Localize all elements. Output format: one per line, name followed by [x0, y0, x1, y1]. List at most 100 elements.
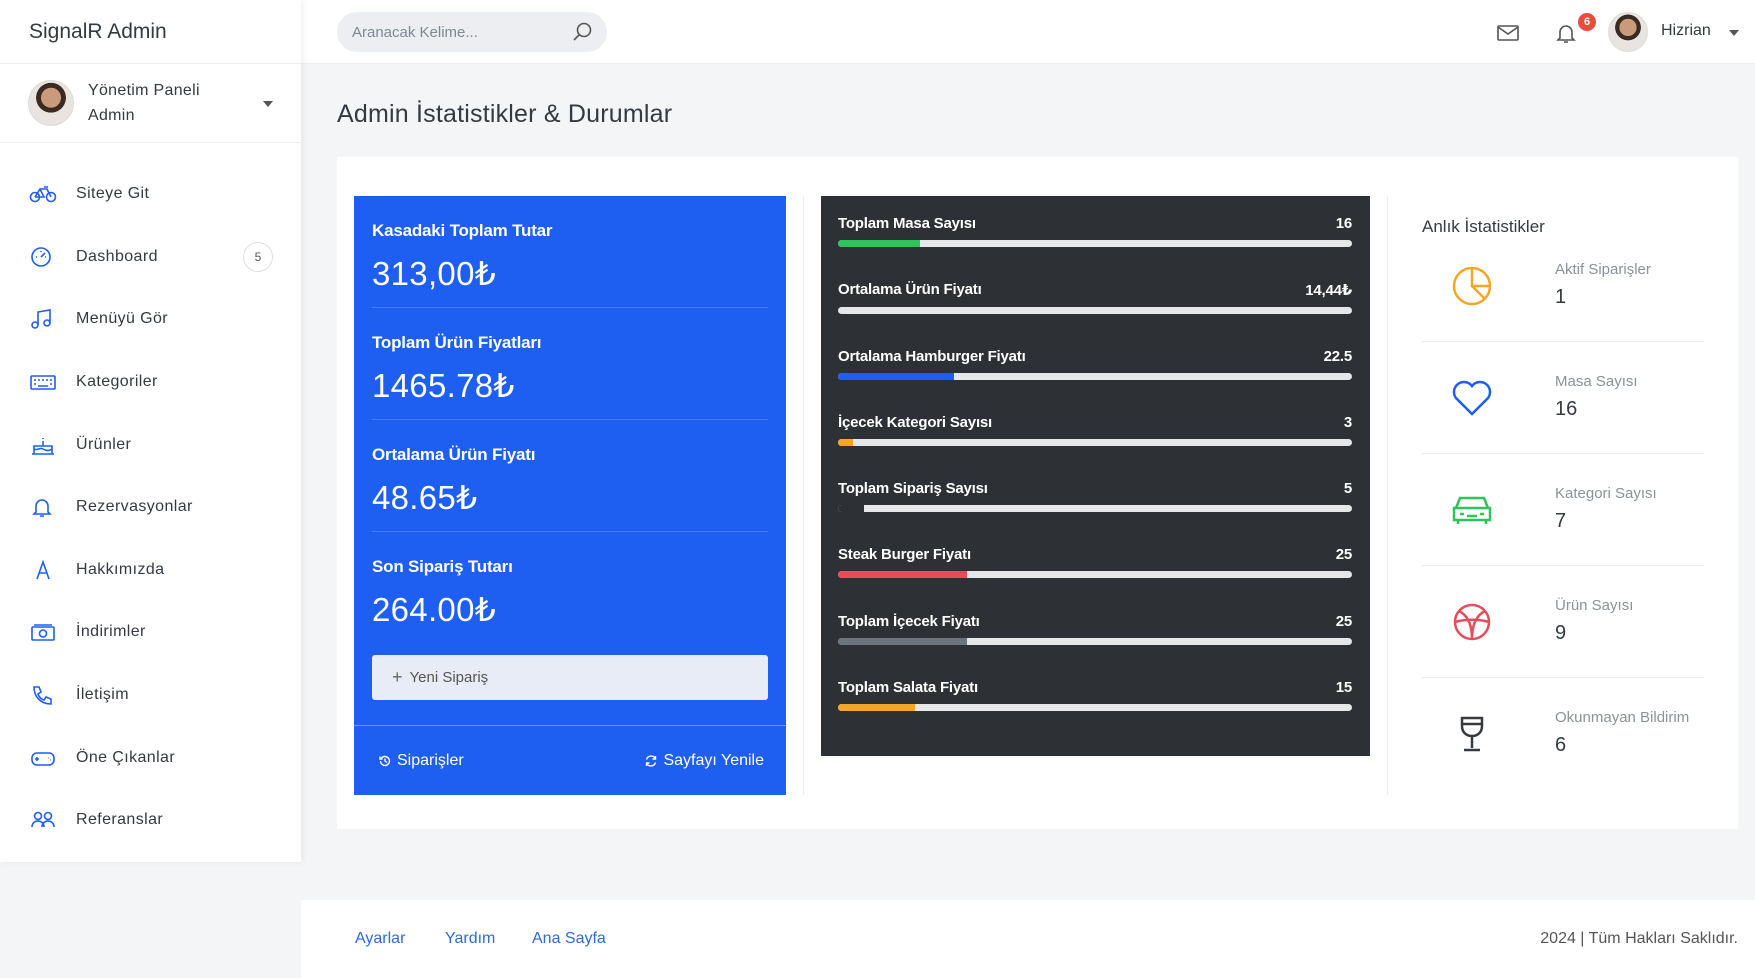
refresh-icon	[646, 754, 657, 767]
search-icon[interactable]	[571, 21, 593, 43]
progress-label: Toplam Masa Sayısı	[838, 215, 976, 232]
stat-value: 48.65₺	[372, 479, 478, 516]
progress-value: 3	[1343, 414, 1352, 431]
sidebar-item-label: Siteye Git	[76, 185, 150, 203]
progress-label: Toplam Salata Fiyatı	[838, 679, 978, 696]
sidebar-item-referanslar[interactable]: Referanslar	[0, 789, 301, 852]
progress-value: 16	[1335, 215, 1353, 232]
stat-block: Ortalama Ürün Fiyatı 48.65₺	[372, 445, 768, 532]
copyright: 2024 | Tüm Hakları Saklıdır.	[1540, 930, 1738, 947]
chevron-down-icon[interactable]	[263, 101, 273, 107]
progress-track	[838, 307, 1352, 314]
gamepad-icon	[31, 751, 55, 766]
sidebar-item-one-cikanlar[interactable]: Öne Çıkanlar	[0, 726, 301, 789]
progress-row: Toplam Salata Fiyatı 15	[838, 679, 1352, 711]
stat-item-label: Ürün Sayısı	[1555, 597, 1634, 614]
sidebar-item-label: Menüyü Gör	[76, 310, 169, 328]
stat-item-label: Aktif Siparişler	[1555, 261, 1651, 278]
footer-link-home[interactable]: Ana Sayfa	[532, 930, 606, 948]
stat-label: Son Sipariş Tutarı	[372, 557, 513, 576]
orders-link-label: Siparişler	[397, 751, 464, 769]
sidebar-item-label: Öne Çıkanlar	[76, 748, 176, 766]
progress-track	[838, 638, 1352, 645]
stat-block: Kasadaki Toplam Tutar 313,00₺	[372, 221, 768, 308]
progress-row: İçecek Kategori Sayısı 3	[838, 414, 1352, 446]
page-title: Admin İstatistikler & Durumlar	[337, 100, 673, 128]
sidebar-item-label: Referanslar	[76, 811, 164, 829]
refresh-link[interactable]: Sayfayı Yenile	[644, 752, 764, 770]
orders-link[interactable]: Siparişler	[378, 752, 464, 770]
mail-icon[interactable]	[1495, 20, 1521, 46]
sidebar-profile[interactable]: Yönetim Paneli Admin	[0, 64, 301, 143]
stat-label: Toplam Ürün Fiyatları	[372, 333, 542, 352]
user-name[interactable]: Hizrian	[1661, 22, 1711, 40]
progress-row: Toplam İçecek Fiyatı 25	[838, 613, 1352, 645]
progress-row: Toplam Sipariş Sayısı 5	[838, 480, 1352, 512]
progress-value: 25	[1335, 546, 1353, 563]
footer-link-help[interactable]: Yardım	[445, 930, 495, 948]
bicycle-icon	[29, 186, 57, 203]
sidebar-item-rezervasyonlar[interactable]: Rezervasyonlar	[0, 476, 301, 539]
progress-label: Ortalama Hamburger Fiyatı	[838, 348, 1026, 365]
brand-title[interactable]: SignalR Admin	[0, 0, 301, 64]
letter-a-icon	[36, 559, 50, 580]
divider	[1387, 196, 1388, 795]
sidebar-item-menuyu-gor[interactable]: Menüyü Gör	[0, 288, 301, 351]
new-order-label: Yeni Sipariş	[409, 669, 489, 686]
progress-track	[838, 571, 1352, 578]
progress-fill	[838, 638, 967, 645]
sidebar-item-label: Ürünler	[76, 435, 132, 453]
stat-value: 264.00₺	[372, 591, 497, 628]
sidebar-item-indirimler[interactable]: İndirimler	[0, 601, 301, 664]
progress-fill	[838, 373, 954, 380]
search-input[interactable]	[352, 23, 562, 41]
sidebar-item-label: Dashboard	[76, 247, 158, 265]
sidebar-item-iletisim[interactable]: İletişim	[0, 664, 301, 727]
sidebar-item-siteye-git[interactable]: Siteye Git	[0, 163, 301, 226]
sidebar-item-dashboard[interactable]: Dashboard 5	[0, 226, 301, 289]
progress-track	[838, 373, 1352, 380]
progress-track	[838, 704, 1352, 711]
bell-icon[interactable]	[1553, 20, 1579, 46]
chevron-down-icon[interactable]	[1729, 30, 1739, 36]
stat-value: 1465.78₺	[372, 367, 515, 404]
progress-fill	[838, 704, 916, 711]
refresh-link-label: Sayfayı Yenile	[663, 751, 764, 769]
sidebar-item-kategoriler[interactable]: Kategoriler	[0, 351, 301, 414]
progress-label: Toplam Sipariş Sayısı	[838, 480, 988, 497]
pie-chart-icon	[1452, 266, 1492, 306]
stat-item-value: 9	[1555, 622, 1567, 644]
stat-item-label: Okunmayan Bildirim	[1555, 709, 1690, 726]
progress-fill	[838, 240, 921, 247]
divider	[803, 196, 804, 795]
stat-item-value: 1	[1555, 286, 1567, 308]
heart-icon	[1452, 380, 1492, 416]
sidebar-item-hakkimizda[interactable]: Hakkımızda	[0, 539, 301, 602]
cake-icon	[32, 437, 54, 455]
stat-label: Kasadaki Toplam Tutar	[372, 221, 553, 240]
stat-item-category-count: Kategori Sayısı 7	[1422, 454, 1704, 566]
progress-value: 5	[1343, 480, 1352, 497]
content-panel: Kasadaki Toplam Tutar 313,00₺ Toplam Ürü…	[337, 157, 1738, 829]
sidebar-item-label: Hakkımızda	[76, 560, 165, 578]
profile-line2: Admin	[88, 107, 135, 124]
footer: Ayarlar Yardım Ana Sayfa 2024 | Tüm Hakl…	[301, 900, 1755, 978]
progress-fill	[838, 439, 854, 446]
progress-track	[838, 505, 1352, 512]
progress-label: Toplam İçecek Fiyatı	[838, 613, 980, 630]
stat-item-value: 6	[1555, 734, 1567, 756]
phone-icon	[33, 686, 52, 705]
progress-label: Steak Burger Fiyatı	[838, 546, 971, 563]
avatar[interactable]	[1608, 12, 1648, 52]
music-note-icon	[31, 309, 51, 330]
cash-summary-card: Kasadaki Toplam Tutar 313,00₺ Toplam Ürü…	[354, 196, 786, 795]
progress-value: 25	[1335, 613, 1353, 630]
footer-link-settings[interactable]: Ayarlar	[355, 930, 405, 948]
new-order-button[interactable]: + Yeni Sipariş	[372, 655, 768, 700]
basketball-icon	[1453, 603, 1491, 641]
avatar	[28, 80, 74, 126]
car-icon	[1452, 496, 1492, 524]
stat-item-value: 7	[1555, 510, 1567, 532]
sidebar-item-urunler[interactable]: Ürünler	[0, 413, 301, 476]
bell-icon	[32, 499, 52, 518]
